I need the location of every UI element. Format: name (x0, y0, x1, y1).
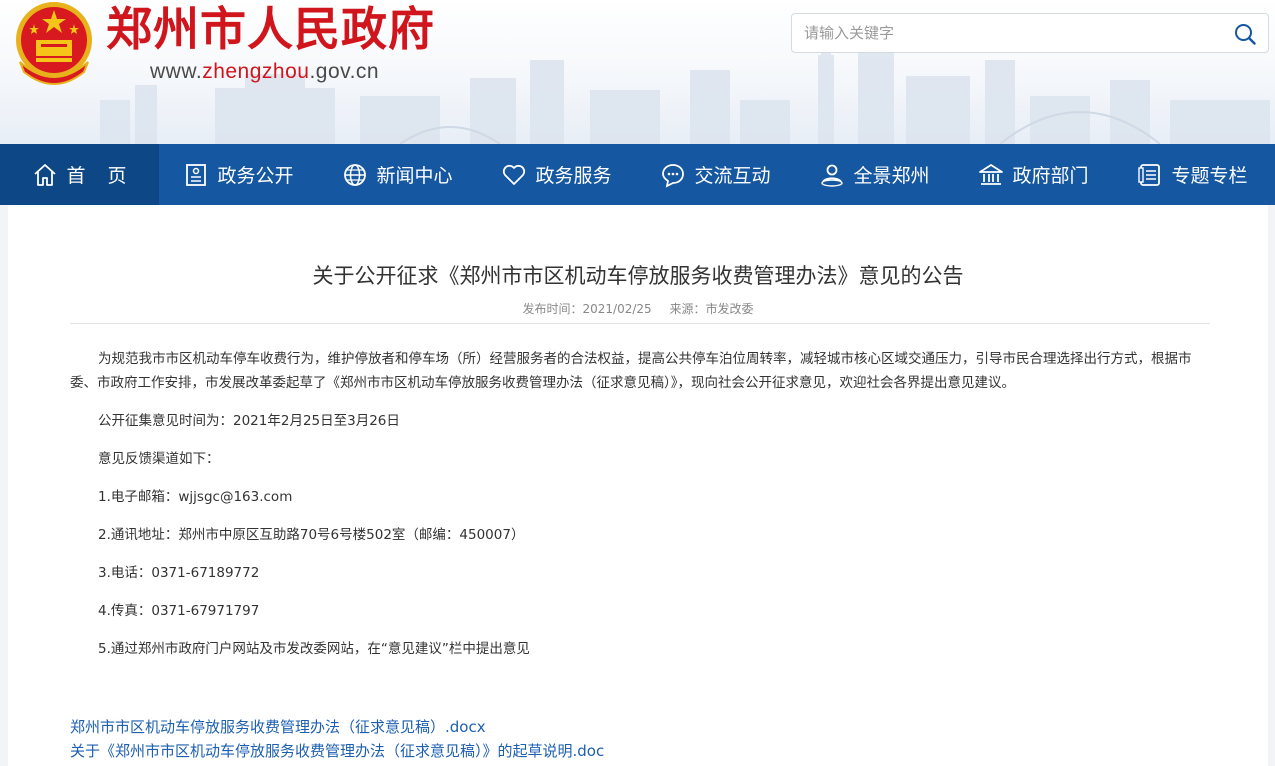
nav-label: 全景郑州 (853, 165, 930, 187)
attachment-link-doc[interactable]: 关于《郑州市市区机动车停放服务收费管理办法（征求意见稿）》的起草说明.doc (70, 739, 1210, 763)
government-building-icon (979, 163, 1004, 185)
nav-item-departments[interactable]: 政府部门 (954, 144, 1113, 205)
nav-label: 首页 (66, 165, 149, 187)
site-title: 郑州市人民政府 (106, 2, 435, 56)
home-icon (34, 163, 57, 186)
paragraph: 5.通过郑州市政府门户网站及市发改委网站，在“意见建议”栏中提出意见 (98, 641, 530, 657)
publish-time: 发布时间：2021/02/25 (522, 302, 652, 316)
chat-icon (662, 163, 685, 188)
nav-label: 政务公开 (217, 165, 294, 187)
paragraph: 2.通讯地址：郑州市中原区互助路70号6号楼502室（邮编：450007） (98, 527, 525, 543)
article-meta: 发布时间：2021/02/25 来源：市发改委 (8, 300, 1268, 317)
search-input[interactable] (792, 14, 1234, 52)
search-box (791, 13, 1269, 53)
paragraph: 公开征集意见时间为：2021年2月25日至3月26日 (98, 413, 400, 429)
paragraph: 为规范我市市区机动车停车收费行为，维护停放者和停车场（所）经营服务者的合法权益，… (70, 351, 1192, 391)
url-highlight: zhengzhou (202, 60, 310, 83)
nav-item-news[interactable]: 新闻中心 (318, 144, 477, 205)
article-source: 来源：市发改委 (669, 302, 754, 316)
list-icon (1138, 163, 1161, 186)
main-nav: 首页 政务公开 新闻中心 政务服务 交流互动 全景郑州 政府部门 专题专栏 (0, 144, 1275, 205)
paragraph: 意见反馈渠道如下： (98, 451, 220, 467)
article-container: 关于公开征求《郑州市市区机动车停放服务收费管理办法》意见的公告 发布时间：202… (8, 205, 1268, 766)
attachment-list: 郑州市市区机动车停放服务收费管理办法（征求意见稿）.docx 关于《郑州市市区机… (70, 715, 1210, 763)
title-divider (70, 323, 1210, 324)
paragraph: 1.电子邮箱：wjjsgc@163.com (98, 489, 293, 505)
search-icon[interactable] (1234, 23, 1256, 45)
site-header: 郑州市人民政府 www.zhengzhou.gov.cn (0, 0, 1275, 144)
nav-label: 专题专栏 (1171, 165, 1248, 187)
paragraph: 4.传真：0371-67971797 (98, 603, 260, 619)
nav-item-interaction[interactable]: 交流互动 (636, 144, 795, 205)
article-title: 关于公开征求《郑州市市区机动车停放服务收费管理办法》意见的公告 (312, 264, 964, 288)
nav-label: 政府部门 (1012, 165, 1089, 187)
attachment-link-docx[interactable]: 郑州市市区机动车停放服务收费管理办法（征求意见稿）.docx (70, 715, 1210, 739)
heart-icon (503, 164, 526, 185)
globe-icon (344, 163, 367, 186)
nav-item-services[interactable]: 政务服务 (477, 144, 636, 205)
nav-label: 新闻中心 (376, 165, 453, 187)
nav-item-gov-affairs[interactable]: 政务公开 (159, 144, 318, 205)
document-icon (186, 163, 207, 186)
site-url: www.zhengzhou.gov.cn (150, 60, 379, 84)
national-emblem-logo (16, 2, 92, 85)
nav-label: 政务服务 (535, 165, 612, 187)
article-body: 为规范我市市区机动车停车收费行为，维护停放者和停车场（所）经营服务者的合法权益，… (70, 347, 1210, 675)
nav-item-panorama[interactable]: 全景郑州 (795, 144, 954, 205)
url-suffix: .gov.cn (309, 60, 380, 83)
nav-label: 交流互动 (694, 165, 771, 187)
url-prefix: www. (150, 60, 203, 83)
nav-item-home[interactable]: 首页 (0, 144, 159, 205)
user-location-icon (821, 164, 844, 187)
paragraph: 3.电话：0371-67189772 (98, 565, 260, 581)
nav-item-topics[interactable]: 专题专栏 (1113, 144, 1272, 205)
